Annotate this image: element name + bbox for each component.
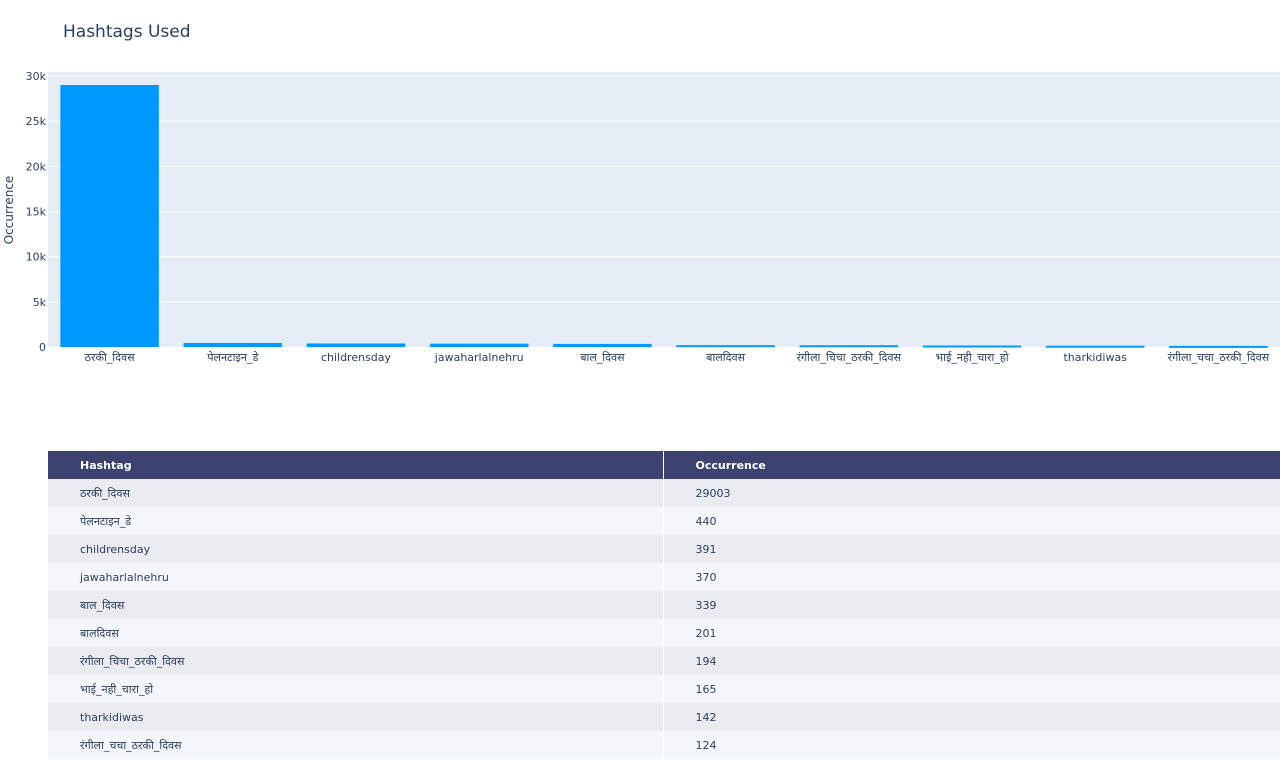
- x-tick-label: पेलनटाइन_डे: [207, 351, 258, 364]
- y-tick-label: 15k: [26, 206, 47, 219]
- x-tick-label: बाल_दिवस: [580, 351, 625, 364]
- cell-occurrence: 29003: [663, 479, 1280, 507]
- cell-hashtag: बालदिवस: [48, 619, 664, 647]
- cell-occurrence: 201: [663, 619, 1280, 647]
- header-hashtag: Hashtag: [48, 451, 664, 479]
- y-tick-label: 10k: [26, 251, 47, 264]
- cell-occurrence: 124: [663, 731, 1280, 759]
- x-tick-label: बालदिवस: [706, 351, 745, 364]
- hashtag-table: Hashtag Occurrence ठरकी_दिवस 29003 पेलनटा…: [48, 451, 1280, 759]
- cell-occurrence: 370: [663, 563, 1280, 591]
- bar[interactable]: [553, 343, 652, 347]
- cell-occurrence: 440: [663, 507, 1280, 535]
- cell-occurrence: 194: [663, 647, 1280, 675]
- x-tick-label: ठरकी_दिवस: [85, 351, 135, 364]
- y-tick-label: 20k: [26, 160, 47, 173]
- y-axis-title: Occurrence: [2, 176, 16, 245]
- cell-occurrence: 339: [663, 591, 1280, 619]
- bar[interactable]: [676, 345, 775, 348]
- table-row: jawaharlalnehru 370: [48, 563, 1280, 591]
- x-tick-label: रंगीला_चिचा_ठरकी_दिवस: [797, 351, 902, 364]
- bar-chart: Hashtags Used 0 5k 10k 15k 20k 25k 30k ठरकी_दि…: [2, 22, 1280, 364]
- bar[interactable]: [799, 345, 899, 348]
- x-tick-label: jawaharlalnehru: [434, 351, 524, 364]
- x-axis-ticks: ठरकी_दिवस पेलनटाइन_डे childrensday jawaharl…: [85, 351, 1270, 364]
- hashtag-table-container: Hashtag Occurrence ठरकी_दिवस 29003 पेलनटा…: [48, 451, 1280, 759]
- bar[interactable]: [183, 343, 283, 347]
- table-row: भाई_नही_चारा_हो 165: [48, 675, 1280, 703]
- table-row: childrensday 391: [48, 535, 1280, 563]
- cell-hashtag: childrensday: [48, 535, 664, 563]
- table-row: बाल_दिवस 339: [48, 591, 1280, 619]
- chart-title: Hashtags Used: [63, 22, 191, 42]
- cell-occurrence: 142: [663, 703, 1280, 731]
- table-row: ठरकी_दिवस 29003: [48, 479, 1280, 507]
- cell-hashtag: ठरकी_दिवस: [48, 479, 664, 507]
- cell-hashtag: jawaharlalnehru: [48, 563, 664, 591]
- cell-hashtag: भाई_नही_चारा_हो: [48, 675, 664, 703]
- table-row: tharkidiwas 142: [48, 703, 1280, 731]
- x-tick-label: tharkidiwas: [1063, 351, 1127, 364]
- cell-occurrence: 165: [663, 675, 1280, 703]
- cell-hashtag: बाल_दिवस: [48, 591, 664, 619]
- bar[interactable]: [1045, 345, 1145, 348]
- bar[interactable]: [1169, 345, 1268, 348]
- table-header-row: Hashtag Occurrence: [48, 451, 1280, 479]
- table-row: रंगीला_चिचा_ठरकी_दिवस 194: [48, 647, 1280, 675]
- y-tick-label: 30k: [26, 70, 47, 83]
- y-axis-ticks: 0 5k 10k 15k 20k 25k 30k: [26, 70, 47, 354]
- cell-hashtag: रंगीला_चचा_ठरकी_दिवस: [48, 731, 664, 759]
- table-row: पेलनटाइन_डे 440: [48, 507, 1280, 535]
- bar[interactable]: [922, 345, 1022, 348]
- table-row: बालदिवस 201: [48, 619, 1280, 647]
- cell-hashtag: रंगीला_चिचा_ठरकी_दिवस: [48, 647, 664, 675]
- bar[interactable]: [60, 85, 159, 348]
- table-row: रंगीला_चचा_ठरकी_दिवस 124: [48, 731, 1280, 759]
- cell-hashtag: tharkidiwas: [48, 703, 664, 731]
- header-occurrence: Occurrence: [663, 451, 1280, 479]
- cell-hashtag: पेलनटाइन_डे: [48, 507, 664, 535]
- y-tick-label: 25k: [26, 115, 47, 128]
- x-tick-label: रंगीला_चचा_ठरकी_दिवस: [1168, 351, 1270, 364]
- y-tick-label: 5k: [33, 296, 47, 309]
- y-tick-label: 0: [39, 341, 46, 354]
- bar[interactable]: [306, 343, 406, 347]
- x-tick-label: भाई_नही_चारा_हो: [935, 351, 1008, 364]
- cell-occurrence: 391: [663, 535, 1280, 563]
- plot-area: [48, 72, 1280, 347]
- x-tick-label: childrensday: [321, 351, 392, 364]
- bar[interactable]: [429, 343, 529, 347]
